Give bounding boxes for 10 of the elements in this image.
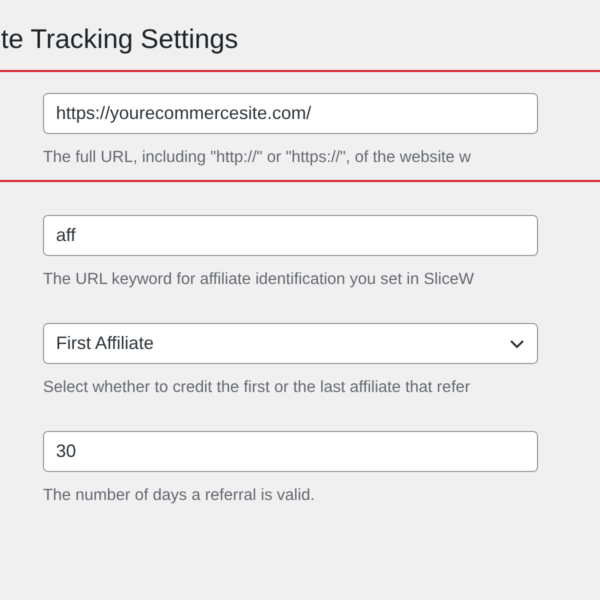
field-description: Select whether to credit the first or the last affiliate that refer xyxy=(43,377,472,398)
select-field[interactable]: First Affiliate xyxy=(43,323,538,364)
input-field[interactable]: aff xyxy=(43,215,538,256)
page-title: te Tracking Settings xyxy=(1,23,240,56)
chevron-down-icon xyxy=(509,338,525,348)
field-description: The full URL, including "http://" or "https://", of the website w xyxy=(43,147,472,168)
input-field[interactable]: https://yourecommercesite.com/ xyxy=(43,93,538,134)
input-field[interactable]: 30 xyxy=(43,431,538,472)
field-description: The URL keyword for affiliate identification you set in SliceW xyxy=(43,269,475,290)
field-description: The number of days a referral is valid. xyxy=(43,485,316,506)
